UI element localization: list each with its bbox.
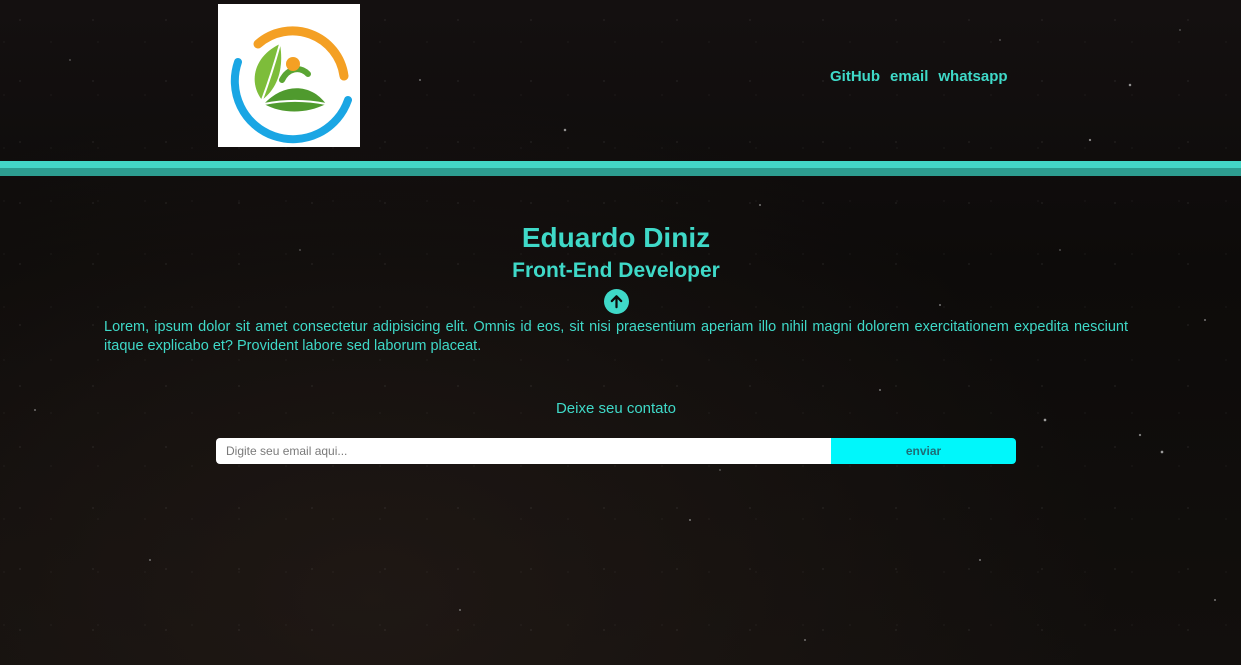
developer-name: Eduardo Diniz bbox=[521, 222, 711, 253]
nav-link-github[interactable]: GitHub bbox=[830, 68, 880, 85]
nav-link-whatsapp[interactable]: whatsapp bbox=[938, 68, 1007, 85]
logo[interactable] bbox=[218, 4, 360, 147]
contact-form: enviar bbox=[216, 438, 1016, 464]
header-divider-dark bbox=[0, 168, 1241, 176]
submit-button[interactable]: enviar bbox=[831, 438, 1016, 464]
contact-label: Deixe seu contato bbox=[555, 400, 677, 417]
nav-link-email[interactable]: email bbox=[890, 68, 928, 85]
arrow-up-icon bbox=[610, 295, 623, 309]
scroll-up-button[interactable] bbox=[604, 289, 629, 314]
site-header: GitHub email whatsapp bbox=[0, 0, 1241, 160]
header-divider-light bbox=[0, 161, 1241, 168]
email-input[interactable] bbox=[216, 438, 831, 464]
hero-description: Lorem, ipsum dolor sit amet consectetur … bbox=[104, 319, 1128, 354]
main-nav: GitHub email whatsapp bbox=[830, 68, 1008, 85]
developer-role: Front-End Developer bbox=[512, 259, 720, 282]
leaf-person-logo-icon bbox=[230, 26, 352, 144]
